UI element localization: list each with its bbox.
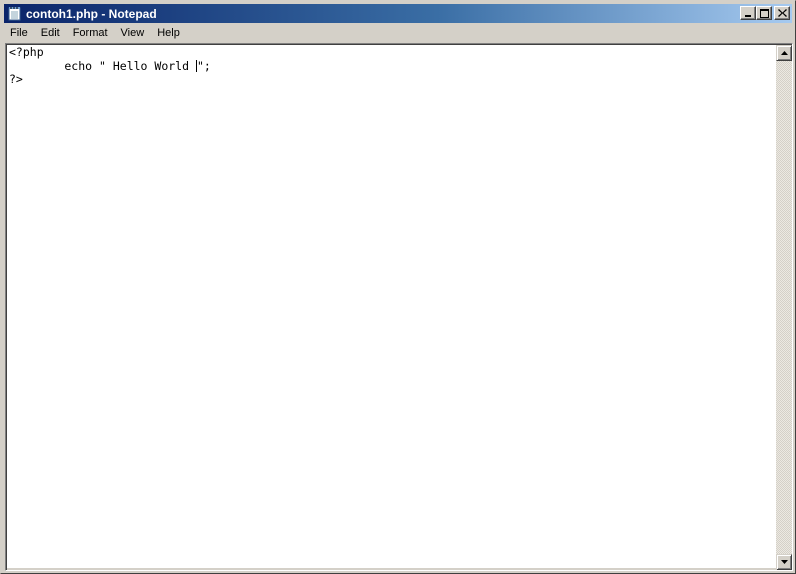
window-title: contoh1.php - Notepad — [26, 6, 157, 21]
menu-file[interactable]: File — [4, 24, 35, 42]
text-editor[interactable]: <?php echo " Hello World "; ?> — [8, 45, 778, 567]
close-icon — [778, 9, 787, 17]
menu-view[interactable]: View — [115, 24, 152, 42]
menu-format[interactable]: Format — [67, 24, 115, 42]
close-button[interactable] — [774, 6, 790, 20]
maximize-icon — [760, 9, 769, 18]
code-line-3: ?> — [9, 72, 23, 86]
vertical-scrollbar[interactable] — [776, 45, 792, 570]
notepad-icon[interactable] — [8, 6, 22, 21]
scroll-up-button[interactable] — [776, 45, 792, 61]
notepad-window: contoh1.php - Notepad File Edit Format V… — [0, 0, 796, 574]
editor-area[interactable]: <?php echo " Hello World "; ?> — [6, 44, 792, 570]
editor-frame: <?php echo " Hello World "; ?> — [5, 43, 793, 571]
minimize-icon — [745, 15, 751, 17]
horizontal-scrollbar-edge — [7, 568, 777, 570]
title-bar[interactable]: contoh1.php - Notepad — [4, 4, 792, 23]
code-line-2-end: "; — [196, 58, 211, 73]
maximize-button[interactable] — [756, 6, 772, 20]
menu-bar: File Edit Format View Help — [4, 24, 792, 42]
arrow-down-icon — [781, 560, 788, 564]
window-controls — [740, 6, 790, 20]
menu-edit[interactable]: Edit — [35, 24, 67, 42]
code-line-1: <?php — [9, 45, 44, 59]
menu-help[interactable]: Help — [151, 24, 187, 42]
arrow-up-icon — [781, 51, 788, 55]
code-line-2: echo " Hello World — [9, 58, 196, 73]
scroll-down-button[interactable] — [776, 554, 792, 570]
minimize-button[interactable] — [740, 6, 756, 20]
